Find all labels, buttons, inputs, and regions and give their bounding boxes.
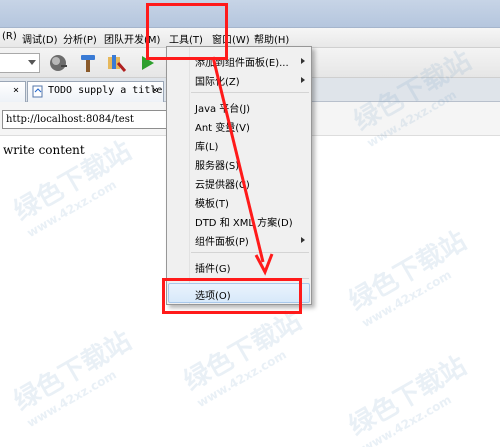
menu-item-ant-variables[interactable]: Ant 变量(V) — [195, 119, 250, 134]
menu-separator — [191, 92, 309, 93]
menu-item-dtd-xml[interactable]: DTD 和 XML 方案(D) — [195, 214, 293, 229]
window-title-strip — [0, 0, 500, 28]
menu-debug[interactable]: 调试(D) — [22, 31, 58, 46]
tab-close-icon[interactable]: × — [152, 85, 158, 96]
tab-label: TODO supply a title — [48, 85, 163, 96]
menu-item-internationalization[interactable]: 国际化(Z) — [195, 73, 240, 88]
tab-previous[interactable]: × — [0, 81, 26, 102]
page-content-text: write content — [3, 143, 85, 157]
url-input[interactable] — [2, 110, 172, 129]
tab-todo[interactable]: TODO supply a title × — [27, 81, 164, 102]
menu-item-java-platform[interactable]: Java 平台(J) — [195, 100, 250, 115]
clean-build-icon[interactable] — [106, 53, 127, 73]
annotation-box-options — [162, 278, 302, 314]
submenu-arrow-icon — [301, 237, 305, 243]
submenu-arrow-icon — [301, 58, 305, 64]
annotation-box-tools-menu — [146, 3, 228, 60]
tools-dropdown-menu: 添加到组件面板(E)... 国际化(Z) Java 平台(J) Ant 变量(V… — [166, 46, 312, 305]
globe-icon[interactable] — [48, 53, 68, 73]
watermark: 绿色下载站www.42xz.com — [341, 346, 479, 447]
menu-item-plugins[interactable]: 插件(G) — [195, 260, 231, 275]
build-hammer-icon[interactable] — [78, 53, 98, 73]
menu-help[interactable]: 帮助(H) — [254, 31, 289, 46]
watermark: 绿色下载站www.42xz.com — [176, 301, 314, 410]
menu-item-servers[interactable]: 服务器(S) — [195, 157, 239, 172]
menu-separator — [191, 252, 309, 253]
html-file-icon — [32, 85, 44, 101]
chevron-down-icon — [28, 60, 36, 65]
menu-item-libraries[interactable]: 库(L) — [195, 138, 218, 153]
watermark: 绿色下载站www.42xz.com — [6, 321, 144, 430]
menu-analyze[interactable]: 分析(P) — [63, 31, 97, 46]
submenu-arrow-icon — [301, 77, 305, 83]
tab-close-icon[interactable]: × — [13, 85, 19, 96]
menu-item-palette[interactable]: 组件面板(P) — [195, 233, 249, 248]
config-combo[interactable] — [0, 53, 40, 73]
menu-bar: (R) 调试(D) 分析(P) 团队开发(M) 工具(T) 窗口(W) 帮助(H… — [0, 28, 500, 48]
watermark: 绿色下载站www.42xz.com — [341, 221, 479, 330]
menu-item-templates[interactable]: 模板(T) — [195, 195, 229, 210]
menu-run[interactable]: (R) — [2, 31, 17, 42]
menu-item-cloud-providers[interactable]: 云提供器(C) — [195, 176, 250, 191]
